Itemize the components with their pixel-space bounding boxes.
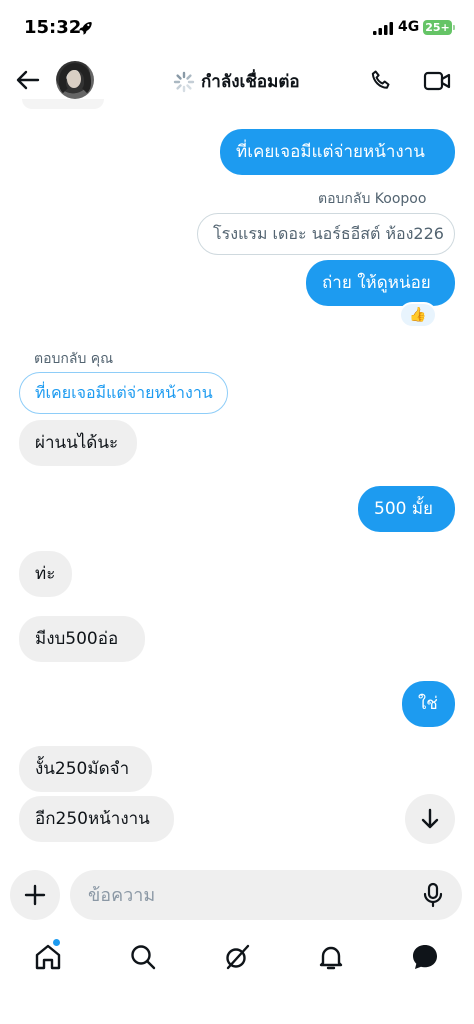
- status-time: 15:32: [24, 17, 82, 38]
- battery-icon: 25+: [423, 20, 452, 35]
- message-incoming[interactable]: ท่ะ: [19, 551, 72, 597]
- header-title: กำลังเชื่อมต่อ: [201, 72, 300, 92]
- reply-quote[interactable]: ที่เคยเจอมีแต่จ่ายหน้างาน: [19, 372, 228, 414]
- search-icon[interactable]: [128, 942, 158, 972]
- add-attachment-button[interactable]: [10, 870, 60, 920]
- message-outgoing[interactable]: ถ่าย ให้ดูหน่อย: [306, 260, 455, 306]
- spinner-icon: [173, 71, 195, 92]
- message-input[interactable]: [70, 870, 462, 920]
- mic-icon[interactable]: [421, 882, 445, 908]
- video-icon[interactable]: [423, 70, 451, 92]
- message-incoming[interactable]: งั้น250มัดจำ: [19, 746, 152, 792]
- message-outgoing[interactable]: ที่เคยเจอมีแต่จ่ายหน้างาน: [220, 129, 455, 175]
- rocket-icon: [79, 22, 92, 35]
- bell-icon[interactable]: [316, 942, 346, 972]
- grok-icon[interactable]: [222, 942, 252, 972]
- avatar[interactable]: [56, 61, 94, 99]
- plus-icon: [24, 884, 46, 906]
- bottom-nav: [0, 932, 474, 988]
- status-bar: 15:32 4G 25+: [0, 0, 474, 52]
- reply-quote[interactable]: โรงแรม เดอะ นอร์ธอีสต์ ห้อง226: [197, 213, 455, 255]
- thumbs-up-icon[interactable]: 👍: [399, 302, 437, 328]
- message-outgoing[interactable]: 500 มั้ย: [358, 486, 455, 532]
- signal-icon: [373, 22, 393, 35]
- header-title-group: กำลังเชื่อมต่อ: [173, 68, 300, 95]
- reply-label: ตอบกลับ คุณ: [34, 351, 114, 367]
- previous-message-edge: [22, 99, 104, 109]
- home-notification-dot: [53, 939, 60, 946]
- messages-icon[interactable]: [410, 942, 440, 972]
- message-incoming[interactable]: อีก250หน้างาน: [19, 796, 174, 842]
- arrow-down-icon: [421, 808, 439, 829]
- reply-label: ตอบกลับ Koopoo: [318, 191, 427, 207]
- composer: [0, 866, 474, 926]
- phone-icon[interactable]: [369, 69, 393, 93]
- scroll-to-bottom-button[interactable]: [405, 794, 455, 844]
- battery-cap: [453, 25, 455, 30]
- message-incoming[interactable]: มีงบ500อ่อ: [19, 616, 145, 662]
- message-outgoing[interactable]: ใช่: [402, 681, 455, 727]
- network-type: 4G: [398, 19, 420, 35]
- message-incoming[interactable]: ผ่านนได้นะ: [19, 420, 137, 466]
- back-arrow-icon[interactable]: [14, 66, 42, 94]
- home-icon[interactable]: [33, 942, 63, 972]
